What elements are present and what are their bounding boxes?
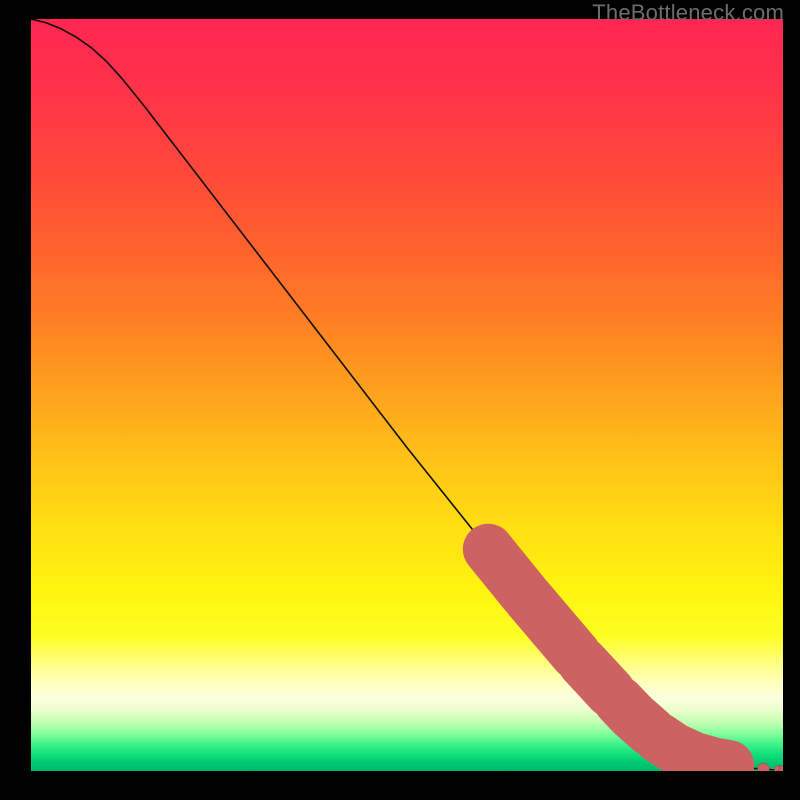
chart-plot-area: [31, 19, 783, 771]
watermark-text: TheBottleneck.com: [592, 0, 784, 26]
